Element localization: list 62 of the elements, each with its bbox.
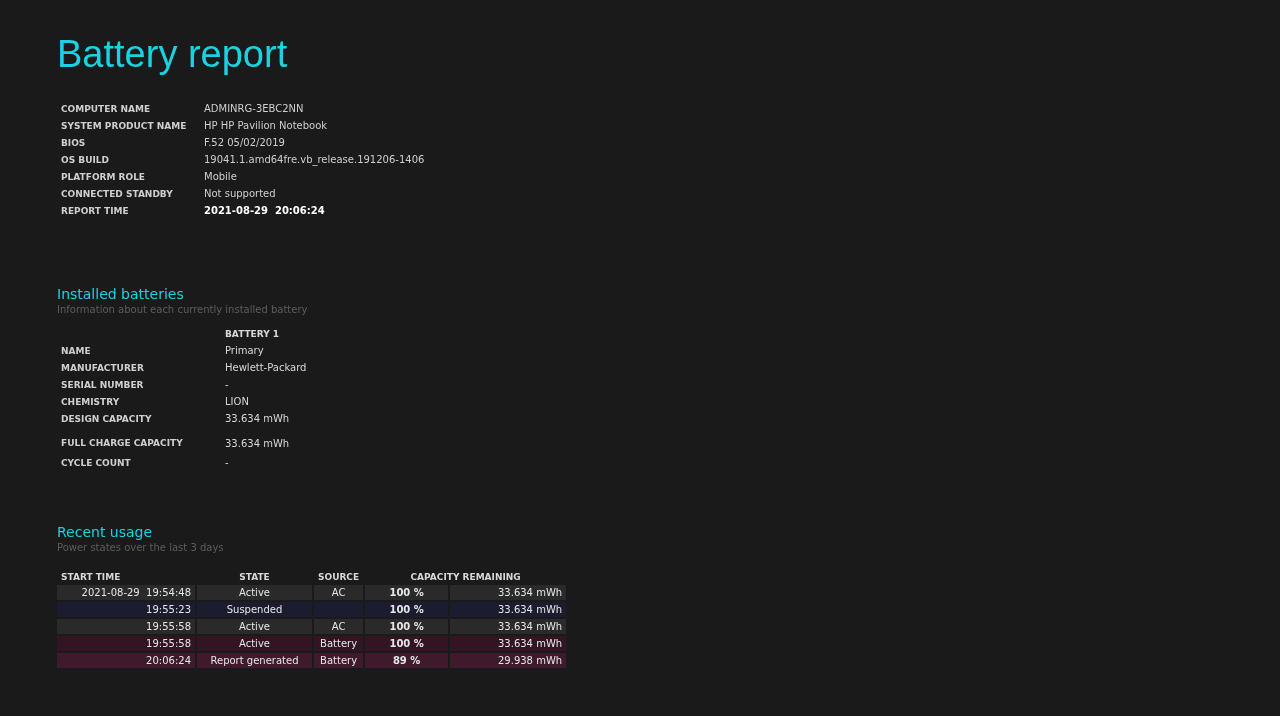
section-subtitle: Power states over the last 3 days xyxy=(57,541,225,555)
table-cell: 100 % xyxy=(365,636,449,651)
battery-value: Hewlett-Packard xyxy=(224,361,308,375)
table-cell: Active xyxy=(197,619,312,634)
info-label: BIOS xyxy=(60,136,87,150)
table-cell: Active xyxy=(197,585,312,600)
table-cell: AC xyxy=(314,619,364,634)
table-cell: 2021-08-29 19:54:48 xyxy=(57,585,195,600)
info-value: 2021-08-29 20:06:24 xyxy=(203,204,326,218)
info-value: 19041.1.amd64fre.vb_release.191206-1406 xyxy=(203,153,426,168)
battery-label: CHEMISTRY xyxy=(60,395,121,409)
battery-label: FULL CHARGE CAPACITY xyxy=(60,437,184,450)
column-header: SOURCE xyxy=(317,571,361,583)
info-value: HP HP Pavilion Notebook xyxy=(203,119,329,133)
table-cell: Battery xyxy=(314,653,364,668)
table-cell: 20:06:24 xyxy=(57,653,195,668)
report-title: Battery report xyxy=(57,32,289,77)
battery-value: - xyxy=(224,378,230,392)
table-cell: 29.938 mWh xyxy=(450,653,567,668)
battery-label: MANUFACTURER xyxy=(60,361,145,375)
table-cell: Battery xyxy=(314,636,364,651)
info-label: REPORT TIME xyxy=(60,204,130,218)
section-subtitle: Information about each currently installed battery xyxy=(57,303,309,317)
table-cell: Report generated xyxy=(197,653,312,668)
table-cell: 19:55:23 xyxy=(57,602,195,617)
table-cell: 33.634 mWh xyxy=(450,636,567,651)
table-cell: Active xyxy=(197,636,312,651)
section-heading: Installed batteries xyxy=(57,285,185,303)
info-label: OS BUILD xyxy=(60,153,110,167)
table-cell: 100 % xyxy=(365,619,449,634)
column-header: STATE xyxy=(238,571,271,583)
info-label: SYSTEM PRODUCT NAME xyxy=(60,119,188,133)
battery-label: CYCLE COUNT xyxy=(60,456,132,470)
info-value: ADMINRG-3EBC2NN xyxy=(203,102,305,116)
table-cell: 33.634 mWh xyxy=(450,602,567,617)
battery-value: 33.634 mWh xyxy=(224,436,291,451)
battery-label: SERIAL NUMBER xyxy=(60,378,145,392)
column-header: BATTERY 1 xyxy=(224,327,281,341)
battery-label: NAME xyxy=(60,344,92,358)
table-cell: 19:55:58 xyxy=(57,619,195,634)
info-value: F.52 05/02/2019 xyxy=(203,136,286,150)
info-label: PLATFORM ROLE xyxy=(60,170,147,184)
battery-value: 33.634 mWh xyxy=(224,412,291,426)
table-cell: 33.634 mWh xyxy=(450,585,567,600)
table-cell: 100 % xyxy=(365,602,449,617)
battery-label: DESIGN CAPACITY xyxy=(60,412,153,426)
battery-value: LION xyxy=(224,395,250,409)
info-label: COMPUTER NAME xyxy=(60,102,152,116)
info-label: CONNECTED STANDBY xyxy=(60,187,174,201)
battery-value: - xyxy=(224,456,230,470)
table-cell: 33.634 mWh xyxy=(450,619,567,634)
column-header: START TIME xyxy=(60,571,122,583)
table-cell: 19:55:58 xyxy=(57,636,195,651)
info-value: Not supported xyxy=(203,187,277,201)
table-cell: Suspended xyxy=(197,602,312,617)
table-cell: 89 % xyxy=(365,653,449,668)
section-heading: Recent usage xyxy=(57,523,154,541)
battery-value: Primary xyxy=(224,344,265,358)
table-cell: AC xyxy=(314,585,364,600)
column-header: CAPACITY REMAINING xyxy=(409,571,522,583)
info-value: Mobile xyxy=(203,170,238,184)
table-cell: 100 % xyxy=(365,585,449,600)
